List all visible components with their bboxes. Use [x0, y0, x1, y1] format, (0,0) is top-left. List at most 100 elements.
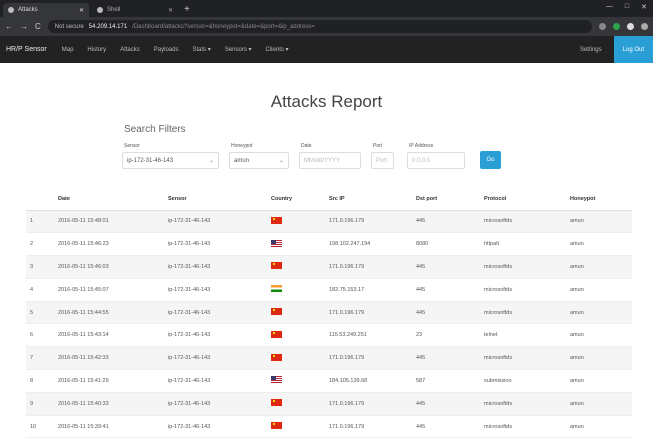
bookmark-star-icon[interactable]: [599, 23, 606, 30]
row-protocol: microsoftds: [480, 210, 566, 234]
port-placeholder: Port: [376, 157, 388, 164]
browser-tab-shell[interactable]: Shell ✕: [92, 3, 178, 17]
col-dst-port: Dst port: [412, 188, 480, 211]
page-title: Attacks Report: [270, 92, 383, 111]
port-field[interactable]: Port: [371, 152, 394, 169]
row-honeypot: amun: [566, 392, 632, 416]
row-src-ip: 171.0.196.179: [325, 210, 412, 234]
nav-payloads[interactable]: Payloads: [147, 47, 186, 53]
go-button[interactable]: Go: [480, 151, 501, 169]
row-date: 2016-05-11 15:42:33: [54, 346, 164, 371]
nav-clients-dropdown[interactable]: Clients ▾: [259, 46, 296, 53]
table-header-row: Date Sensor Country Src IP Dst port Prot…: [26, 188, 632, 211]
row-date: 2016-05-11 15:39:41: [54, 415, 164, 439]
minimize-icon[interactable]: —: [606, 3, 613, 11]
row-dst-port: 445: [412, 210, 480, 234]
app-navbar: HR/P Sensor Map History Attacks Payloads…: [0, 36, 653, 63]
row-country: [267, 210, 325, 234]
row-country: [267, 415, 325, 439]
forward-arrow-icon[interactable]: →: [20, 22, 28, 31]
row-protocol: microsoftds: [480, 392, 566, 416]
row-date: 2016-05-11 15:48:01: [54, 210, 164, 234]
table-row: 7 2016-05-11 15:42:33 ip-172-31-46-143 171.…: [26, 346, 632, 371]
reload-icon[interactable]: C: [35, 22, 41, 31]
row-sensor: ip-172-31-46-143: [164, 415, 267, 439]
row-src-ip: 115.53.249.251: [325, 323, 412, 348]
table-row: 1 2016-05-11 15:48:01 ip-172-31-46-143 171.…: [26, 210, 632, 234]
col-honeypot: Honeypot: [566, 188, 632, 211]
profile-icon[interactable]: [627, 23, 634, 30]
row-src-ip: 182.75.153.17: [325, 278, 412, 302]
row-src-ip: 171.0.196.179: [325, 346, 412, 371]
row-dst-port: 445: [412, 278, 480, 302]
tab-label: Attacks: [18, 7, 38, 13]
nav-sensors-dropdown[interactable]: Sensors ▾: [218, 46, 259, 53]
row-country: [267, 255, 325, 279]
row-country: [267, 232, 325, 257]
menu-icon[interactable]: [641, 23, 648, 30]
row-country: [267, 323, 325, 348]
row-protocol: telnet: [480, 323, 566, 348]
nav-map[interactable]: Map: [55, 47, 81, 53]
country-flag-icon: [271, 216, 282, 224]
row-country: [267, 392, 325, 416]
row-sensor: ip-172-31-46-143: [164, 232, 267, 257]
sensor-value: ip-172-31-46-143: [127, 157, 174, 164]
row-src-ip: 171.0.196.179: [325, 392, 412, 416]
table-row: 3 2016-05-11 15:46:03 ip-172-31-46-143 171.…: [26, 255, 632, 279]
close-window-icon[interactable]: ✕: [641, 3, 647, 11]
nav-stats-dropdown[interactable]: Stats ▾: [185, 46, 217, 53]
country-flag-icon: [271, 399, 282, 407]
row-protocol: microsoftds: [480, 255, 566, 279]
ip-address-field[interactable]: 0.0.0.0: [407, 152, 465, 169]
close-tab-icon[interactable]: ✕: [79, 7, 84, 14]
country-flag-icon: [271, 376, 282, 384]
row-date: 2016-05-11 15:41:29: [54, 369, 164, 393]
col-protocol: Protocol: [480, 188, 566, 211]
logout-button[interactable]: Log Out: [613, 36, 653, 63]
row-protocol: microsoftds: [480, 415, 566, 439]
country-flag-icon: [271, 330, 282, 338]
nav-attacks[interactable]: Attacks: [113, 47, 147, 53]
row-src-ip: 171.0.196.179: [325, 415, 412, 439]
row-honeypot: amun: [566, 415, 632, 439]
row-sensor: ip-172-31-46-143: [164, 278, 267, 302]
row-index: 5: [26, 301, 54, 325]
col-sensor: Sensor: [164, 188, 267, 211]
navbar-right: Settings Log Out: [568, 36, 653, 63]
row-dst-port: 445: [412, 415, 480, 439]
browser-tab-attacks[interactable]: Attacks ✕: [3, 3, 89, 17]
honeypot-select[interactable]: amun ⌄: [229, 152, 289, 169]
row-dst-port: 445: [412, 392, 480, 416]
col-index: [26, 188, 54, 211]
row-dst-port: 587: [412, 369, 480, 393]
nav-history[interactable]: History: [80, 47, 113, 53]
row-country: [267, 369, 325, 393]
maximize-icon[interactable]: □: [625, 3, 629, 11]
address-bar[interactable]: Not secure 54.209.14.171/Dashboard/attac…: [47, 20, 592, 33]
back-arrow-icon[interactable]: ←: [5, 22, 13, 31]
row-index: 9: [26, 392, 54, 416]
new-tab-button[interactable]: +: [184, 3, 190, 17]
row-dst-port: 445: [412, 346, 480, 371]
row-date: 2016-05-11 15:45:07: [54, 278, 164, 302]
row-country: [267, 301, 325, 325]
ip-label: IP Address: [409, 143, 434, 149]
extension-icon[interactable]: [613, 23, 620, 30]
country-flag-icon: [271, 239, 282, 247]
row-index: 2: [26, 232, 54, 257]
table-row: 6 2016-05-11 15:43:14 ip-172-31-46-143 115.…: [26, 323, 632, 348]
sensor-select[interactable]: ip-172-31-46-143 ⌄: [122, 152, 219, 169]
settings-link[interactable]: Settings: [568, 47, 614, 53]
honeypot-label: Honeypot: [231, 143, 253, 149]
row-honeypot: amun: [566, 346, 632, 371]
country-flag-icon: [271, 308, 282, 316]
sensor-label: Sensor: [124, 143, 140, 149]
row-protocol: microsoftds: [480, 301, 566, 325]
close-tab-icon[interactable]: ✕: [168, 7, 173, 14]
row-src-ip: 171.0.196.179: [325, 301, 412, 325]
row-honeypot: amun: [566, 323, 632, 348]
brand-logo[interactable]: HR/P Sensor: [0, 46, 55, 53]
date-field[interactable]: MM/dd/YYYY: [299, 152, 361, 169]
window-controls: — □ ✕: [606, 3, 647, 11]
